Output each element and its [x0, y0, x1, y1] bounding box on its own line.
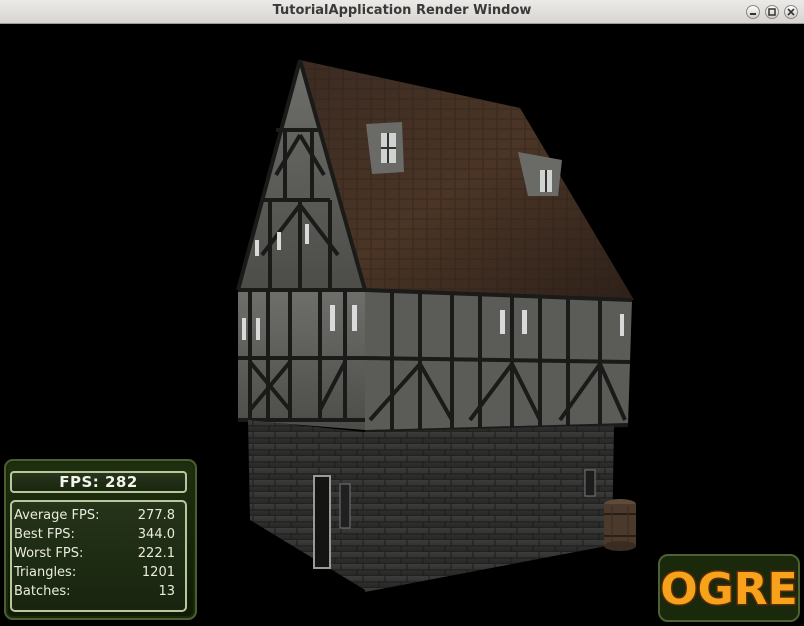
- door: [313, 475, 331, 569]
- stat-value: 277.8: [137, 508, 175, 523]
- stat-row-batches: Batches: 13: [14, 584, 175, 603]
- stat-label: Best FPS:: [14, 527, 75, 542]
- stat-value: 222.1: [137, 546, 175, 561]
- minimize-button[interactable]: [746, 5, 760, 19]
- logo-text: OGRE: [660, 564, 797, 615]
- stat-value: 344.0: [137, 527, 175, 542]
- stat-label: Batches:: [14, 584, 71, 599]
- fps-label: FPS:: [59, 473, 100, 491]
- close-button[interactable]: [784, 5, 798, 19]
- stat-value: 1201: [141, 565, 175, 580]
- barrel: [604, 499, 636, 551]
- window-title: TutorialApplication Render Window: [272, 3, 532, 18]
- title-bar[interactable]: TutorialApplication Render Window: [0, 0, 804, 24]
- stat-row-average-fps: Average FPS: 277.8: [14, 508, 175, 527]
- front-ground-wall: [365, 425, 614, 592]
- fps-header: FPS: 282: [10, 471, 187, 493]
- fps-value: 282: [104, 473, 138, 491]
- stat-row-triangles: Triangles: 1201: [14, 565, 175, 584]
- ogre-logo: OGRE: [658, 554, 800, 622]
- close-icon: [787, 8, 795, 16]
- render-window: TutorialApplication Render Window FPS: 2…: [0, 0, 804, 626]
- stat-label: Triangles:: [14, 565, 77, 580]
- maximize-icon: [768, 8, 776, 16]
- minimize-icon: [750, 13, 756, 15]
- stat-label: Worst FPS:: [14, 546, 84, 561]
- stat-row-best-fps: Best FPS: 344.0: [14, 527, 175, 546]
- stat-row-worst-fps: Worst FPS: 222.1: [14, 546, 175, 565]
- stat-value: 13: [158, 584, 175, 599]
- stat-label: Average FPS:: [14, 508, 100, 523]
- maximize-button[interactable]: [765, 5, 779, 19]
